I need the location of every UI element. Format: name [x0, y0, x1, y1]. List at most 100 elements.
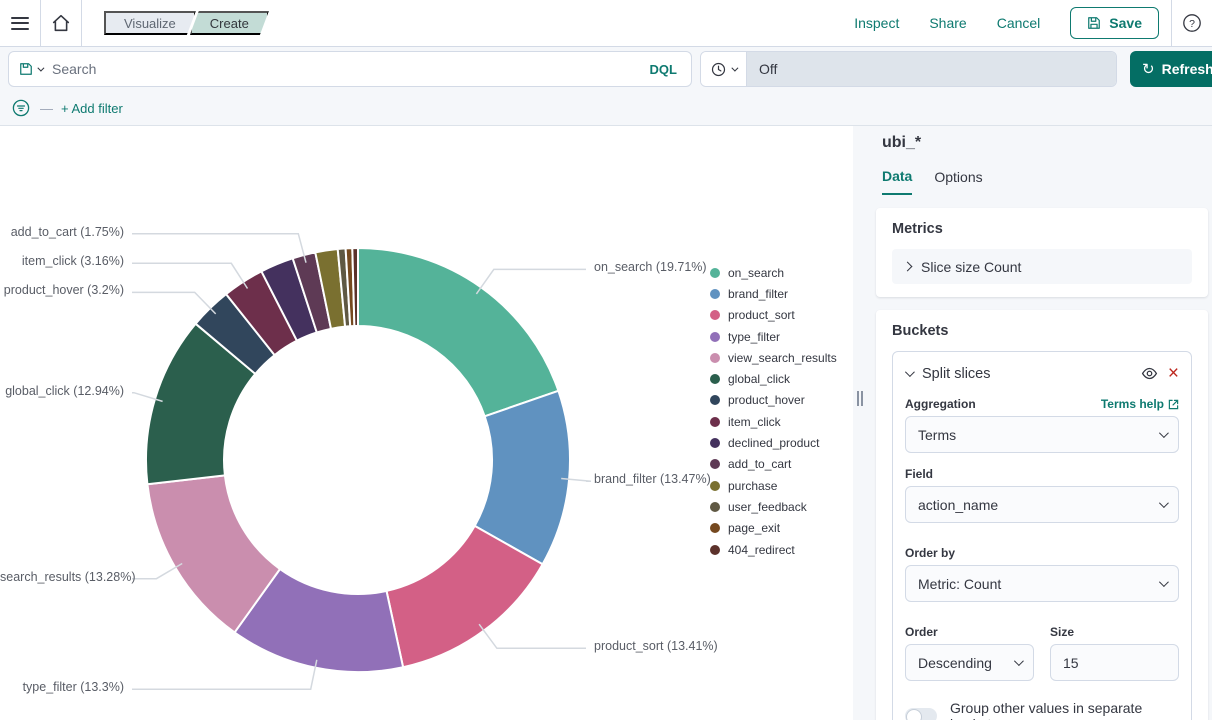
callout-line-on_search: [476, 269, 586, 294]
legend-item-item_click[interactable]: item_click: [710, 411, 837, 432]
refresh-button[interactable]: ↻ Refresh: [1130, 51, 1212, 87]
inspect-button[interactable]: Inspect: [854, 15, 899, 31]
hamburger-icon: [11, 13, 29, 33]
callout-line-item_click: [132, 263, 248, 288]
legend-swatch: [710, 374, 720, 384]
cancel-button[interactable]: Cancel: [997, 15, 1041, 31]
legend-item-user_feedback[interactable]: user_feedback: [710, 496, 837, 517]
legend-swatch: [710, 353, 720, 363]
tab-options[interactable]: Options: [934, 168, 982, 195]
toggle-visibility-button[interactable]: [1141, 365, 1158, 382]
save-icon: [1087, 16, 1101, 30]
legend-swatch: [710, 481, 720, 491]
home-icon: [52, 14, 70, 32]
search-input[interactable]: [52, 61, 636, 77]
chevron-down-icon: [1159, 577, 1169, 587]
legend-swatch: [710, 417, 720, 427]
saved-queries-button[interactable]: [9, 52, 52, 86]
legend-swatch: [710, 395, 720, 405]
buckets-heading: Buckets: [892, 323, 1192, 339]
legend-item-on_search[interactable]: on_search: [710, 262, 837, 283]
legend-label: view_search_results: [728, 351, 837, 365]
legend-item-purchase[interactable]: purchase: [710, 475, 837, 496]
panel-tabs: Data Options: [876, 168, 1208, 195]
legend-item-page_exit[interactable]: page_exit: [710, 518, 837, 539]
callout-line-add_to_cart: [132, 234, 306, 263]
slice-on_search[interactable]: [358, 248, 558, 416]
legend-swatch: [710, 268, 720, 278]
legend-label: user_feedback: [728, 500, 807, 514]
order-by-select[interactable]: Metric: Count: [905, 565, 1179, 602]
legend-item-404_redirect[interactable]: 404_redirect: [710, 539, 837, 560]
breadcrumb-label: Create: [210, 16, 249, 31]
share-button[interactable]: Share: [929, 15, 966, 31]
menu-button[interactable]: [0, 0, 40, 46]
legend-swatch: [710, 459, 720, 469]
legend-label: on_search: [728, 266, 784, 280]
filter-bar: — + Add filter: [0, 91, 1212, 126]
breadcrumb-visualize[interactable]: Visualize: [104, 11, 196, 35]
legend-item-view_search_results[interactable]: view_search_results: [710, 347, 837, 368]
callout-item_click: item_click (3.16%): [0, 254, 124, 268]
order-select[interactable]: Descending: [905, 644, 1034, 681]
field-select[interactable]: action_name: [905, 486, 1179, 523]
panel-resizer[interactable]: [853, 126, 866, 720]
group-other-toggle-row: Group other values in separate bucket: [905, 700, 1179, 720]
size-input[interactable]: [1050, 644, 1179, 681]
vis-options-panel: ubi_* Data Options Metrics Slice size Co…: [866, 126, 1212, 720]
legend-label: product_sort: [728, 308, 795, 322]
chevron-down-icon: [731, 64, 738, 71]
refresh-icon: ↻: [1142, 60, 1155, 78]
size-label: Size: [1050, 625, 1179, 639]
legend-item-product_sort[interactable]: product_sort: [710, 305, 837, 326]
callout-view_search_results: search_results (13.28%): [0, 570, 124, 584]
slice-size-accordion[interactable]: Slice size Count: [892, 249, 1192, 284]
legend-item-product_hover[interactable]: product_hover: [710, 390, 837, 411]
refresh-button-label: Refresh: [1162, 61, 1212, 77]
legend-swatch: [710, 523, 720, 533]
legend-item-type_filter[interactable]: type_filter: [710, 326, 837, 347]
legend-swatch: [710, 289, 720, 299]
legend-item-brand_filter[interactable]: brand_filter: [710, 283, 837, 304]
query-language-button[interactable]: DQL: [636, 62, 691, 77]
svg-text:?: ?: [1189, 18, 1195, 30]
aggregation-select[interactable]: Terms: [905, 416, 1179, 453]
legend-item-global_click[interactable]: global_click: [710, 368, 837, 389]
add-filter-button[interactable]: + Add filter: [61, 101, 123, 116]
metrics-card: Metrics Slice size Count: [876, 208, 1208, 297]
legend-label: page_exit: [728, 521, 780, 535]
breadcrumb-create[interactable]: Create: [190, 11, 269, 35]
time-picker-button[interactable]: [701, 52, 747, 86]
legend-label: product_hover: [728, 393, 805, 407]
home-button[interactable]: [41, 0, 81, 46]
aggregation-label: Aggregation: [905, 397, 976, 411]
filter-menu-button[interactable]: [12, 99, 30, 117]
callout-add_to_cart: add_to_cart (1.75%): [0, 225, 124, 239]
terms-help-link[interactable]: Terms help: [1101, 397, 1179, 411]
legend-label: declined_product: [728, 436, 819, 450]
legend-swatch: [710, 502, 720, 512]
tab-data[interactable]: Data: [882, 168, 912, 195]
refresh-interval-value[interactable]: Off: [747, 52, 1116, 86]
group-other-toggle[interactable]: [905, 708, 937, 720]
legend-swatch: [710, 310, 720, 320]
search-box: DQL: [8, 51, 692, 87]
callout-brand_filter: brand_filter (13.47%): [594, 472, 711, 486]
slice-404_redirect[interactable]: [352, 248, 358, 326]
help-button[interactable]: ?: [1172, 0, 1212, 46]
chevron-down-icon: [1014, 656, 1024, 666]
legend-item-add_to_cart[interactable]: add_to_cart: [710, 454, 837, 475]
chart-legend: on_search brand_filter product_sort type_fi…: [710, 262, 837, 560]
save-button[interactable]: Save: [1070, 7, 1159, 39]
field-label: Field: [905, 467, 1179, 481]
split-slices-header[interactable]: Split slices ×: [905, 364, 1179, 383]
callout-line-product_sort: [479, 624, 586, 648]
remove-bucket-button[interactable]: ×: [1168, 364, 1179, 383]
aggregation-label-row: Aggregation Terms help: [905, 397, 1179, 411]
legend-label: item_click: [728, 415, 781, 429]
callout-product_sort: product_sort (13.41%): [594, 639, 718, 653]
legend-item-declined_product[interactable]: declined_product: [710, 432, 837, 453]
chevron-down-icon: [905, 367, 915, 377]
legend-label: global_click: [728, 372, 790, 386]
slice-size-label: Slice size Count: [921, 259, 1021, 275]
